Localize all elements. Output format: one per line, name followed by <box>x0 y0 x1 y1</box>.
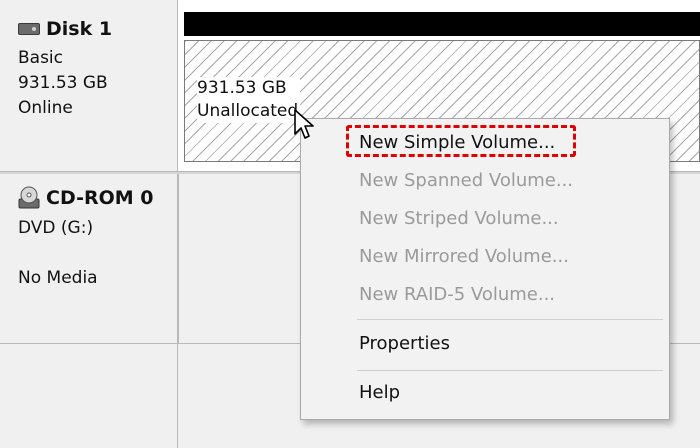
disk1-type: Basic <box>18 48 64 68</box>
cdrom-info-panel[interactable]: CD-ROM 0 DVD (G:) No Media <box>0 174 178 344</box>
menu-item-properties[interactable]: Properties <box>359 332 450 356</box>
cdrom-title-label: CD-ROM 0 <box>46 187 154 209</box>
cdrom-drive: DVD (G:) <box>18 218 94 238</box>
menu-separator <box>357 319 663 320</box>
menu-item-new-spanned-volume[interactable]: New Spanned Volume... <box>359 169 573 193</box>
cd-rom-icon <box>18 186 40 209</box>
menu-item-new-mirrored-volume[interactable]: New Mirrored Volume... <box>359 245 569 269</box>
menu-separator <box>357 370 663 371</box>
volume-size: 931.53 GB <box>197 77 301 100</box>
menu-item-new-striped-volume[interactable]: New Striped Volume... <box>359 207 559 231</box>
empty-label-col <box>0 344 178 448</box>
disk1-title: Disk 1 <box>18 18 112 40</box>
cdrom-title: CD-ROM 0 <box>18 186 153 210</box>
context-menu: New Simple Volume... New Spanned Volume.… <box>300 118 670 420</box>
volume-state: Unallocated <box>197 100 301 123</box>
hard-disk-icon <box>18 23 40 35</box>
disk1-size: 931.53 GB <box>18 73 108 93</box>
volume-header-bar <box>184 12 700 36</box>
volume-info: 931.53 GB Unallocated <box>197 77 301 123</box>
menu-item-new-simple-volume[interactable]: New Simple Volume... <box>359 131 555 155</box>
menu-item-help[interactable]: Help <box>359 381 400 405</box>
mouse-cursor-icon <box>294 109 314 139</box>
disk1-status: Online <box>18 98 73 118</box>
menu-item-new-raid5-volume[interactable]: New RAID-5 Volume... <box>359 283 555 307</box>
disk1-title-label: Disk 1 <box>46 18 113 40</box>
disk1-info-panel[interactable]: Disk 1 Basic 931.53 GB Online <box>0 0 178 172</box>
cdrom-media: No Media <box>18 268 98 288</box>
